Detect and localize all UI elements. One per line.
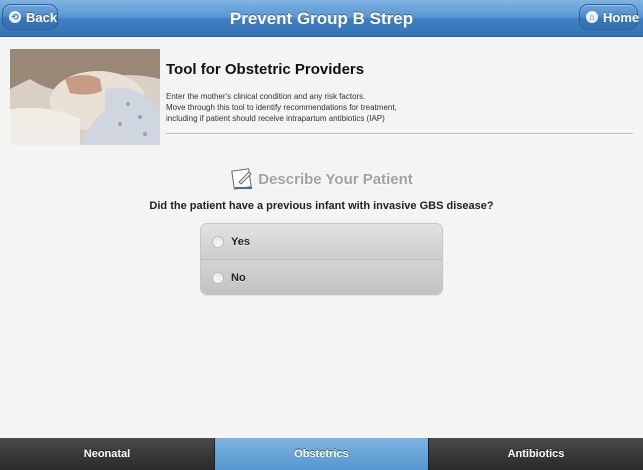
back-button-label: Back [26, 9, 58, 25]
option-no[interactable]: No [201, 260, 442, 294]
option-label: Yes [231, 235, 250, 248]
home-button-label: Home [603, 9, 640, 25]
radio-button[interactable] [212, 272, 224, 284]
intro-line: Move through this tool to identify recom… [166, 103, 397, 112]
tab-antibiotics[interactable]: Antibiotics [429, 438, 643, 470]
section-title: Describe Your Patient [258, 170, 413, 188]
intro-line: including if patient should receive intr… [166, 114, 385, 123]
tab-neonatal[interactable]: Neonatal [0, 438, 214, 470]
home-icon: ⌂ [586, 11, 598, 23]
pregnant-patient-photo [10, 49, 160, 145]
question-text: Did the patient have a previous infant w… [149, 200, 494, 212]
divider [166, 133, 633, 134]
home-button[interactable]: ⌂ Home [579, 4, 640, 30]
back-button[interactable]: ⟲ Back [2, 4, 58, 30]
answer-options: Yes No [200, 223, 443, 295]
intro-description: Enter the mother's clinical condition an… [166, 91, 636, 124]
document-pencil-icon [230, 167, 256, 191]
back-arrow-icon: ⟲ [9, 11, 21, 23]
radio-button[interactable] [212, 235, 224, 248]
tab-bar: Neonatal Obstetrics Antibiotics [0, 438, 643, 470]
section-heading: Describe Your Patient [0, 166, 643, 192]
intro-title: Tool for Obstetric Providers [166, 61, 365, 78]
page-title: Prevent Group B Strep [229, 9, 414, 28]
option-label: No [231, 272, 246, 284]
tab-obstetrics[interactable]: Obstetrics [214, 438, 429, 470]
nav-header: Prevent Group B Strep ⟲ Back ⌂ Home [0, 0, 643, 37]
option-yes[interactable]: Yes [201, 224, 442, 260]
intro-line: Enter the mother's clinical condition an… [166, 92, 366, 101]
